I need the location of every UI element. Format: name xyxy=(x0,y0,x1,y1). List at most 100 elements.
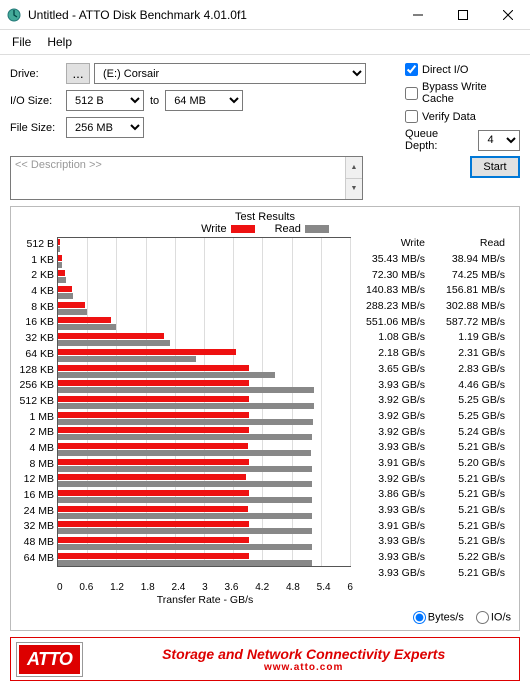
description-input[interactable]: << Description >> ▲▼ xyxy=(10,156,363,200)
menubar: File Help xyxy=(0,30,530,55)
bar-write xyxy=(58,443,248,449)
bar-row xyxy=(58,473,350,489)
filesize-select[interactable]: 256 MB xyxy=(66,117,144,138)
bar-read xyxy=(58,340,170,346)
iosize-to-select[interactable]: 64 MB xyxy=(165,90,243,111)
bar-write xyxy=(58,427,249,433)
bar-row xyxy=(58,536,350,552)
y-tick: 1 MB xyxy=(15,410,54,426)
radio-bytes[interactable]: Bytes/s xyxy=(413,611,464,624)
y-tick: 256 KB xyxy=(15,378,54,394)
bar-write xyxy=(58,239,60,245)
bar-write xyxy=(58,459,249,465)
bar-row xyxy=(58,411,350,427)
drive-label: Drive: xyxy=(10,68,66,80)
verify-checkbox[interactable]: Verify Data xyxy=(405,110,520,123)
bar-read xyxy=(58,560,312,566)
radio-ios[interactable]: IO/s xyxy=(476,611,511,624)
y-tick: 2 KB xyxy=(15,268,54,284)
maximize-button[interactable] xyxy=(440,0,485,30)
bar-row xyxy=(58,316,350,332)
bar-write xyxy=(58,490,249,496)
bar-read xyxy=(58,324,116,330)
app-icon xyxy=(6,7,22,23)
bar-row xyxy=(58,442,350,458)
results-row: 3.91 GB/s5.21 GB/s xyxy=(351,519,511,535)
y-tick: 24 MB xyxy=(15,504,54,520)
bar-read xyxy=(58,466,312,472)
drive-select[interactable]: (E:) Corsair xyxy=(94,63,366,84)
bar-read xyxy=(58,262,62,268)
menu-help[interactable]: Help xyxy=(39,32,80,52)
bar-write xyxy=(58,349,236,355)
results-row: 3.86 GB/s5.21 GB/s xyxy=(351,487,511,503)
bar-row xyxy=(58,395,350,411)
y-tick: 8 KB xyxy=(15,300,54,316)
bar-row xyxy=(58,238,350,254)
bar-row xyxy=(58,426,350,442)
bar-write xyxy=(58,286,72,292)
y-tick: 48 MB xyxy=(15,535,54,551)
y-tick: 4 MB xyxy=(15,441,54,457)
iosize-from-select[interactable]: 512 B xyxy=(66,90,144,111)
legend-write-swatch xyxy=(231,225,255,233)
results-row: 3.93 GB/s5.22 GB/s xyxy=(351,550,511,566)
results-row: 72.30 MB/s74.25 MB/s xyxy=(351,268,511,284)
bar-read xyxy=(58,513,312,519)
bar-row xyxy=(58,254,350,270)
bar-write xyxy=(58,521,249,527)
bar-write xyxy=(58,474,246,480)
footer-tagline: Storage and Network Connectivity Experts xyxy=(94,646,513,662)
y-tick: 16 MB xyxy=(15,488,54,504)
y-tick: 512 B xyxy=(15,237,54,253)
results-col-read: Read xyxy=(431,237,511,252)
description-spinner[interactable]: ▲▼ xyxy=(345,157,362,199)
y-tick: 1 KB xyxy=(15,253,54,269)
results-row: 140.83 MB/s156.81 MB/s xyxy=(351,283,511,299)
bar-read xyxy=(58,544,312,550)
results-row: 551.06 MB/s587.72 MB/s xyxy=(351,315,511,331)
titlebar: Untitled - ATTO Disk Benchmark 4.01.0f1 xyxy=(0,0,530,30)
y-tick: 8 MB xyxy=(15,457,54,473)
results-row: 35.43 MB/s38.94 MB/s xyxy=(351,252,511,268)
footer-banner: ATTO Storage and Network Connectivity Ex… xyxy=(10,637,520,681)
start-button[interactable]: Start xyxy=(470,156,520,178)
bar-read xyxy=(58,293,73,299)
bar-read xyxy=(58,372,275,378)
y-tick: 64 MB xyxy=(15,551,54,567)
results-title: Test Results xyxy=(15,211,515,223)
bar-write xyxy=(58,333,164,339)
bypass-checkbox[interactable]: Bypass Write Cache xyxy=(405,81,520,105)
bar-write xyxy=(58,255,62,261)
results-row: 3.93 GB/s5.21 GB/s xyxy=(351,566,511,582)
bar-row xyxy=(58,364,350,380)
results-row: 3.93 GB/s4.46 GB/s xyxy=(351,378,511,394)
menu-file[interactable]: File xyxy=(4,32,39,52)
results-row: 3.93 GB/s5.21 GB/s xyxy=(351,503,511,519)
y-tick: 512 KB xyxy=(15,394,54,410)
directio-checkbox[interactable]: Direct I/O xyxy=(405,63,520,76)
bar-write xyxy=(58,537,249,543)
results-row: 2.18 GB/s2.31 GB/s xyxy=(351,346,511,362)
chart-y-labels: 512 B1 KB2 KB4 KB8 KB16 KB32 KB64 KB128 … xyxy=(15,237,57,581)
minimize-button[interactable] xyxy=(395,0,440,30)
footer-url: www.atto.com xyxy=(94,662,513,673)
y-tick: 2 MB xyxy=(15,425,54,441)
queuedepth-select[interactable]: 4 xyxy=(478,130,520,151)
bar-read xyxy=(58,356,196,362)
results-panel: Test Results Write Read 512 B1 KB2 KB4 K… xyxy=(10,206,520,631)
iosize-to-label: to xyxy=(150,95,159,107)
bar-row xyxy=(58,520,350,536)
bar-row xyxy=(58,348,350,364)
close-button[interactable] xyxy=(485,0,530,30)
results-row: 3.92 GB/s5.24 GB/s xyxy=(351,425,511,441)
results-row: 3.92 GB/s5.21 GB/s xyxy=(351,472,511,488)
results-row: 3.93 GB/s5.21 GB/s xyxy=(351,534,511,550)
iosize-label: I/O Size: xyxy=(10,95,66,107)
drive-browse-button[interactable]: ... xyxy=(66,63,90,84)
bar-row xyxy=(58,285,350,301)
bar-write xyxy=(58,270,65,276)
results-row: 1.08 GB/s1.19 GB/s xyxy=(351,330,511,346)
y-tick: 64 KB xyxy=(15,347,54,363)
bar-read xyxy=(58,528,312,534)
